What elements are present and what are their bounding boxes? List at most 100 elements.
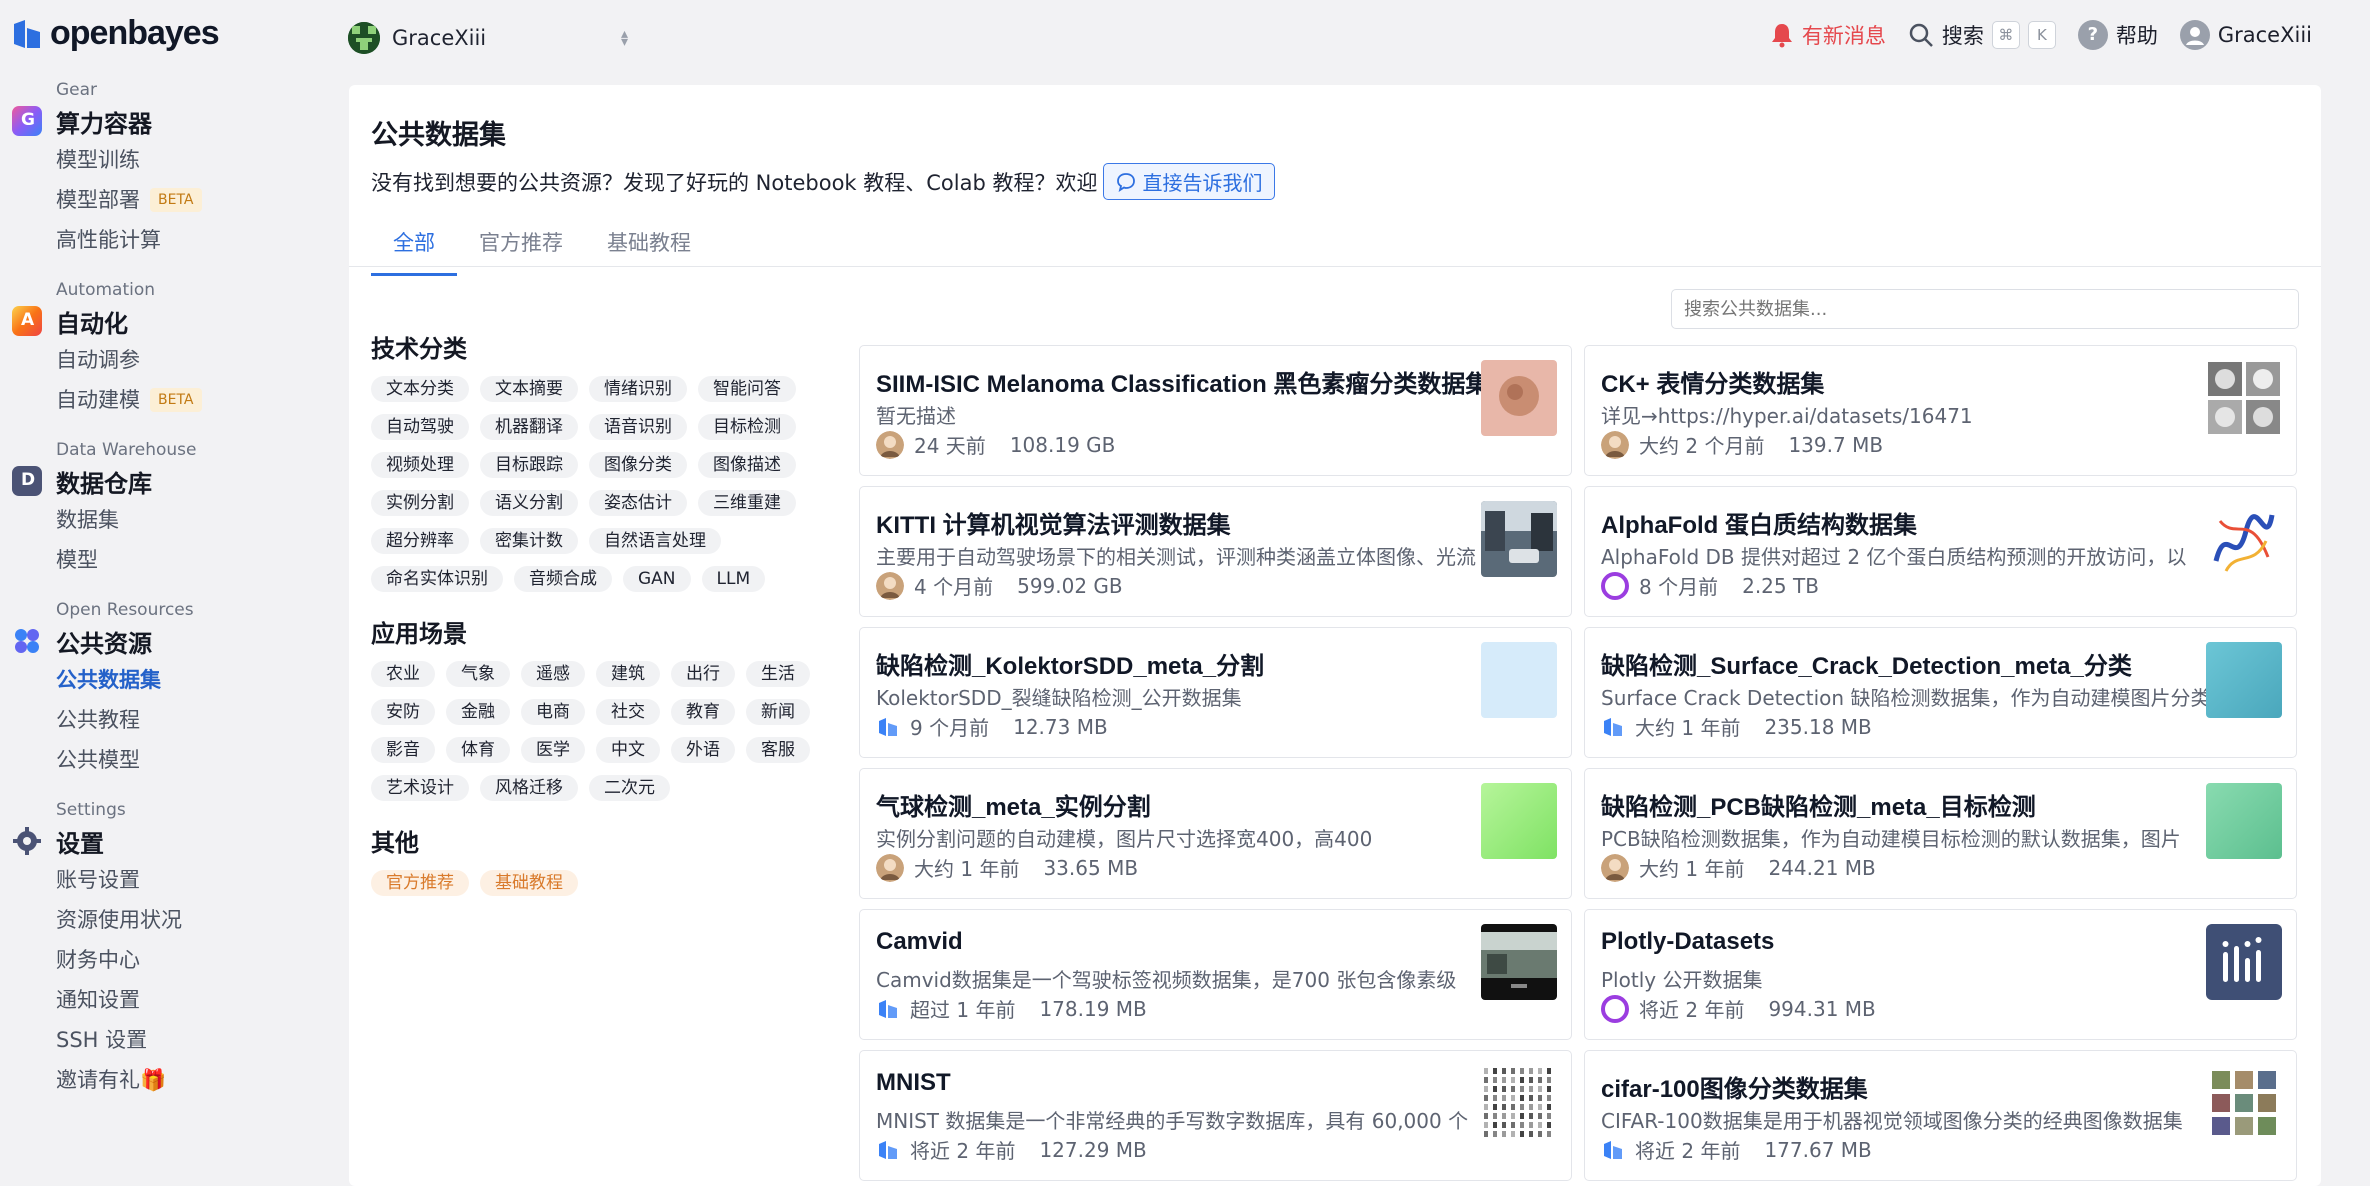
dataset-card[interactable]: KITTI 计算机视觉算法评测数据集 主要用于自动驾驶场景下的相关测试，评测种类涵… [859, 486, 1572, 617]
filter-chip[interactable]: 出行 [671, 661, 735, 687]
dataset-card[interactable]: CK+ 表情分类数据集 详见→https://hyper.ai/datasets/… [1584, 345, 2297, 476]
filter-chip[interactable]: 中文 [596, 737, 660, 763]
filter-chip[interactable]: 自然语言处理 [589, 528, 721, 554]
tell-us-button[interactable]: 直接告诉我们 [1103, 163, 1276, 200]
section-title[interactable]: 设置 [56, 824, 104, 859]
brand-logo[interactable]: openbayes [12, 14, 220, 53]
sidebar-item-ssh[interactable]: SSH 设置 [56, 1020, 330, 1060]
sidebar-item-public-models[interactable]: 公共模型 [56, 740, 330, 780]
filter-chip[interactable]: 密集计数 [480, 528, 578, 554]
sidebar-item-datasets[interactable]: 数据集 [56, 500, 330, 540]
sidebar-item-auto-tune[interactable]: 自动调参 [56, 340, 330, 380]
filter-chip[interactable]: 农业 [371, 661, 435, 687]
search-trigger[interactable]: 搜索 ⌘ K [1908, 20, 2056, 50]
tab-basic-tutorial[interactable]: 基础教程 [585, 217, 713, 276]
workspace-switcher[interactable]: GraceXiii ▴ ▾ [348, 22, 628, 54]
sidebar-item-usage[interactable]: 资源使用状况 [56, 900, 330, 940]
filter-chip[interactable]: 命名实体识别 [371, 566, 503, 592]
filter-chip[interactable]: 图像描述 [698, 452, 796, 478]
section-title[interactable]: 算力容器 [56, 104, 152, 139]
filter-chip[interactable]: 影音 [371, 737, 435, 763]
filter-chip[interactable]: LLM [701, 566, 766, 592]
dataset-title[interactable]: 缺陷检测_KolektorSDD_meta_分割 [876, 646, 1483, 681]
sidebar-item-finance[interactable]: 财务中心 [56, 940, 330, 980]
sidebar-item-model-deploy[interactable]: 模型部署 BETA [56, 180, 330, 220]
dataset-card[interactable]: SIIM-ISIC Melanoma Classification 黑色素瘤分类… [859, 345, 1572, 476]
filter-chip[interactable]: 语义分割 [480, 490, 578, 516]
dataset-title[interactable]: Camvid [876, 928, 1483, 956]
dataset-title[interactable]: AlphaFold 蛋白质结构数据集 [1601, 505, 2208, 540]
filter-chip[interactable]: 金融 [446, 699, 510, 725]
filter-chip[interactable]: 安防 [371, 699, 435, 725]
sidebar-item-public-datasets[interactable]: 公共数据集 [56, 660, 330, 700]
sidebar-item-hpc[interactable]: 高性能计算 [56, 220, 330, 260]
filter-chip[interactable]: 社交 [596, 699, 660, 725]
filter-chip[interactable]: 艺术设计 [371, 775, 469, 801]
filter-chip[interactable]: 风格迁移 [480, 775, 578, 801]
filter-chip[interactable]: 目标检测 [698, 414, 796, 440]
filter-chip[interactable]: 视频处理 [371, 452, 469, 478]
sidebar-item-invite[interactable]: 邀请有礼🎁 [56, 1060, 330, 1100]
dataset-card[interactable]: Camvid Camvid数据集是一个驾驶标签视频数据集，是700 张包含像素级超… [859, 909, 1572, 1040]
sidebar-item-model-training[interactable]: 模型训练 [56, 140, 330, 180]
dataset-title[interactable]: 缺陷检测_PCB缺陷检测_meta_目标检测 [1601, 787, 2208, 822]
filter-chip[interactable]: 情绪识别 [589, 376, 687, 402]
filter-chip[interactable]: 实例分割 [371, 490, 469, 516]
filter-chip[interactable]: 文本摘要 [480, 376, 578, 402]
notification-link[interactable]: 有新消息 [1770, 20, 1886, 50]
filter-chip[interactable]: 客服 [746, 737, 810, 763]
dataset-card[interactable]: 缺陷检测_Surface_Crack_Detection_meta_分类 Surf… [1584, 627, 2297, 758]
filter-chip[interactable]: 自动驾驶 [371, 414, 469, 440]
filter-chip[interactable]: 基础教程 [480, 870, 578, 896]
dataset-title[interactable]: CK+ 表情分类数据集 [1601, 364, 2208, 399]
filter-chip[interactable]: 音频合成 [514, 566, 612, 592]
dataset-title[interactable]: SIIM-ISIC Melanoma Classification 黑色素瘤分类… [876, 364, 1483, 399]
dataset-card[interactable]: MNIST MNIST 数据集是一个非常经典的手写数字数据库，具有 60,000 … [859, 1050, 1572, 1181]
dataset-title[interactable]: 缺陷检测_Surface_Crack_Detection_meta_分类 [1601, 646, 2208, 681]
filter-chip[interactable]: 气象 [446, 661, 510, 687]
filter-chip[interactable]: 遥感 [521, 661, 585, 687]
section-title[interactable]: 自动化 [56, 304, 128, 339]
filter-chip[interactable]: 超分辨率 [371, 528, 469, 554]
dataset-card[interactable]: Plotly-Datasets Plotly 公开数据集 将近 2 年前 994.31… [1584, 909, 2297, 1040]
dataset-card[interactable]: cifar-100图像分类数据集 CIFAR-100数据集是用于机器视觉领域图像分… [1584, 1050, 2297, 1181]
dataset-card[interactable]: AlphaFold 蛋白质结构数据集 AlphaFold DB 提供对超过 2 亿… [1584, 486, 2297, 617]
dataset-title[interactable]: 气球检测_meta_实例分割 [876, 787, 1483, 822]
dataset-title[interactable]: Plotly-Datasets [1601, 928, 2208, 956]
filter-chip[interactable]: 图像分类 [589, 452, 687, 478]
filter-chip[interactable]: 教育 [671, 699, 735, 725]
filter-chip[interactable]: 三维重建 [698, 490, 796, 516]
sidebar-item-notifications[interactable]: 通知设置 [56, 980, 330, 1020]
sidebar-item-account[interactable]: 账号设置 [56, 860, 330, 900]
sidebar-item-auto-model[interactable]: 自动建模 BETA [56, 380, 330, 420]
filter-chip[interactable]: 外语 [671, 737, 735, 763]
dataset-card[interactable]: 缺陷检测_KolektorSDD_meta_分割 KolektorSDD_裂缝缺陷… [859, 627, 1572, 758]
filter-chip[interactable]: 姿态估计 [589, 490, 687, 516]
filter-chip[interactable]: 文本分类 [371, 376, 469, 402]
filter-chip[interactable]: 智能问答 [698, 376, 796, 402]
tab-all[interactable]: 全部 [371, 217, 457, 276]
filter-chip[interactable]: 二次元 [589, 775, 670, 801]
filter-chip[interactable]: 电商 [521, 699, 585, 725]
dataset-search-input[interactable] [1671, 289, 2299, 329]
filter-chip[interactable]: 官方推荐 [371, 870, 469, 896]
filter-chip[interactable]: 机器翻译 [480, 414, 578, 440]
dataset-title[interactable]: KITTI 计算机视觉算法评测数据集 [876, 505, 1483, 540]
section-title[interactable]: 公共资源 [56, 624, 152, 659]
help-link[interactable]: ? 帮助 [2077, 20, 2158, 50]
dataset-title[interactable]: cifar-100图像分类数据集 [1601, 1069, 2208, 1104]
filter-chip[interactable]: 体育 [446, 737, 510, 763]
sidebar-item-models[interactable]: 模型 [56, 540, 330, 580]
dataset-card[interactable]: 气球检测_meta_实例分割 实例分割问题的自动建模，图片尺寸选择宽400，高40… [859, 768, 1572, 899]
filter-chip[interactable]: 生活 [746, 661, 810, 687]
dataset-title[interactable]: MNIST [876, 1069, 1483, 1097]
filter-chip[interactable]: 目标跟踪 [480, 452, 578, 478]
filter-chip[interactable]: 建筑 [596, 661, 660, 687]
user-menu[interactable]: GraceXiii [2179, 20, 2312, 50]
filter-chip[interactable]: GAN [623, 566, 691, 592]
section-title[interactable]: 数据仓库 [56, 464, 152, 499]
dataset-card[interactable]: 缺陷检测_PCB缺陷检测_meta_目标检测 PCB缺陷检测数据集，作为自动建模目… [1584, 768, 2297, 899]
tab-official[interactable]: 官方推荐 [457, 217, 585, 276]
filter-chip[interactable]: 语音识别 [589, 414, 687, 440]
filter-chip[interactable]: 医学 [521, 737, 585, 763]
